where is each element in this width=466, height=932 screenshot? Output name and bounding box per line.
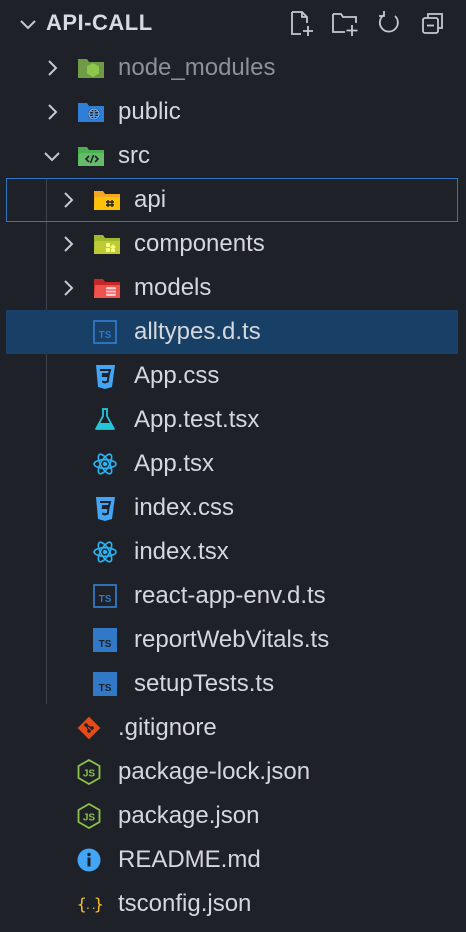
node-folder-icon: [76, 55, 106, 81]
tree-item-label: models: [134, 274, 212, 301]
react-icon: [92, 451, 118, 477]
collapse-all-icon[interactable]: [418, 8, 448, 38]
src-folder-icon: [76, 143, 106, 169]
file-row[interactable]: App.test.tsx: [0, 398, 466, 442]
new-file-icon[interactable]: [286, 8, 316, 38]
nodejs-icon: JS: [76, 759, 102, 785]
tree-item-label: alltypes.d.ts: [134, 318, 261, 345]
tree-item-label: .gitignore: [118, 714, 217, 741]
api-folder-icon: [92, 187, 122, 213]
css-icon: [92, 363, 118, 389]
tree-item-label: App.css: [134, 362, 220, 389]
chevron-down-icon[interactable]: [18, 14, 38, 34]
file-row[interactable]: TS react-app-env.d.ts: [0, 574, 466, 618]
file-row[interactable]: {..} tsconfig.json: [0, 882, 466, 926]
file-row[interactable]: .gitignore: [0, 706, 466, 750]
tree-item-label: index.css: [134, 494, 235, 521]
tree-item-label: react-app-env.d.ts: [134, 582, 326, 609]
tree-item-label: setupTests.ts: [134, 670, 275, 697]
svg-text:TS: TS: [99, 594, 112, 605]
tree-item-label: App.test.tsx: [134, 406, 260, 433]
nodejs-icon: JS: [76, 803, 102, 829]
tree-item-label: package.json: [118, 802, 260, 829]
typescript-def-icon: TS: [92, 583, 118, 609]
svg-text:}: }: [94, 895, 102, 914]
file-row[interactable]: JS package-lock.json: [0, 750, 466, 794]
info-icon: [76, 847, 102, 873]
tree-item-label: components: [134, 230, 265, 257]
file-row[interactable]: README.md: [0, 838, 466, 882]
chevron-right-icon[interactable]: [58, 190, 78, 210]
tree-item-label: node_modules: [118, 54, 276, 81]
folder-row-src[interactable]: src: [0, 134, 466, 178]
tree-item-label: api: [134, 186, 167, 213]
file-row[interactable]: App.css: [0, 354, 466, 398]
file-row[interactable]: App.tsx: [0, 442, 466, 486]
chevron-right-icon[interactable]: [42, 58, 62, 78]
file-tree: node_modulespublic src api components models…: [0, 46, 466, 926]
folder-row-node_modules[interactable]: node_modules: [0, 46, 466, 90]
tree-item-label: README.md: [118, 846, 261, 873]
svg-text:JS: JS: [83, 813, 96, 824]
svg-text:JS: JS: [83, 769, 96, 780]
new-folder-icon[interactable]: [330, 8, 360, 38]
tree-item-label: src: [118, 142, 150, 169]
git-icon: [76, 715, 102, 741]
file-row[interactable]: TS reportWebVitals.ts: [0, 618, 466, 662]
typescript-def-icon: TS: [92, 319, 118, 345]
typescript-icon: TS: [92, 627, 118, 653]
file-row[interactable]: TS alltypes.d.ts: [6, 310, 458, 354]
tree-item-label: tsconfig.json: [118, 890, 252, 917]
react-icon: [92, 539, 118, 565]
public-folder-icon: [76, 99, 106, 125]
explorer-title: API-CALL: [46, 10, 153, 35]
file-row[interactable]: index.css: [0, 486, 466, 530]
typescript-icon: TS: [92, 671, 118, 697]
models-folder-icon: [92, 275, 122, 301]
svg-text:TS: TS: [99, 330, 112, 341]
tree-item-label: public: [118, 98, 181, 125]
chevron-right-icon[interactable]: [58, 278, 78, 298]
svg-text:TS: TS: [99, 683, 112, 694]
tree-item-label: index.tsx: [134, 538, 229, 565]
folder-row-components[interactable]: components: [0, 222, 466, 266]
chevron-down-icon[interactable]: [42, 146, 62, 166]
test-flask-icon: [92, 407, 118, 433]
svg-text:TS: TS: [99, 639, 112, 650]
chevron-right-icon[interactable]: [58, 234, 78, 254]
folder-row-api[interactable]: api: [6, 178, 458, 222]
file-row[interactable]: TS setupTests.ts: [0, 662, 466, 706]
tree-item-label: App.tsx: [134, 450, 215, 477]
chevron-right-icon[interactable]: [42, 102, 62, 122]
components-folder-icon: [92, 231, 122, 257]
folder-row-models[interactable]: models: [0, 266, 466, 310]
file-row[interactable]: JS package.json: [0, 794, 466, 838]
css-icon: [92, 495, 118, 521]
folder-row-public[interactable]: public: [0, 90, 466, 134]
tree-item-label: reportWebVitals.ts: [134, 626, 330, 653]
file-row[interactable]: index.tsx: [0, 530, 466, 574]
json-braces-icon: {..}: [76, 891, 102, 917]
refresh-icon[interactable]: [374, 8, 404, 38]
tree-item-label: package-lock.json: [118, 758, 311, 785]
explorer-header[interactable]: API-CALL: [0, 0, 466, 46]
